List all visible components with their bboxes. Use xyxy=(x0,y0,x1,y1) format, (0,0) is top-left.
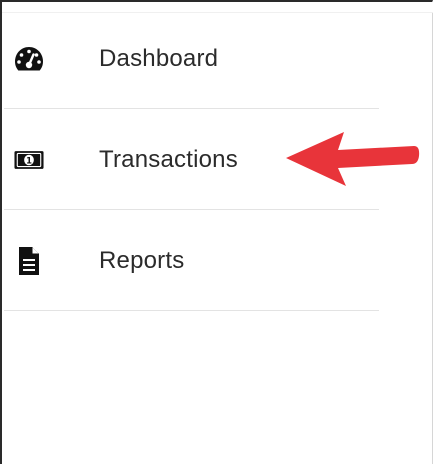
sidebar-item-reports[interactable]: Reports xyxy=(4,210,432,311)
sidebar-item-label: Transactions xyxy=(99,145,238,173)
arrow-icon xyxy=(286,132,420,186)
money-bill-icon: 1 xyxy=(14,145,44,175)
sidebar-item-label: Dashboard xyxy=(99,44,219,72)
svg-text:1: 1 xyxy=(26,155,32,165)
window-frame: Dashboard 1 Transactions Reports xyxy=(0,0,433,464)
sidebar-item-label: Reports xyxy=(99,246,185,274)
speedometer-icon xyxy=(14,44,44,74)
divider xyxy=(4,310,379,311)
sidebar-item-dashboard[interactable]: Dashboard xyxy=(4,8,432,109)
document-icon xyxy=(14,246,44,276)
